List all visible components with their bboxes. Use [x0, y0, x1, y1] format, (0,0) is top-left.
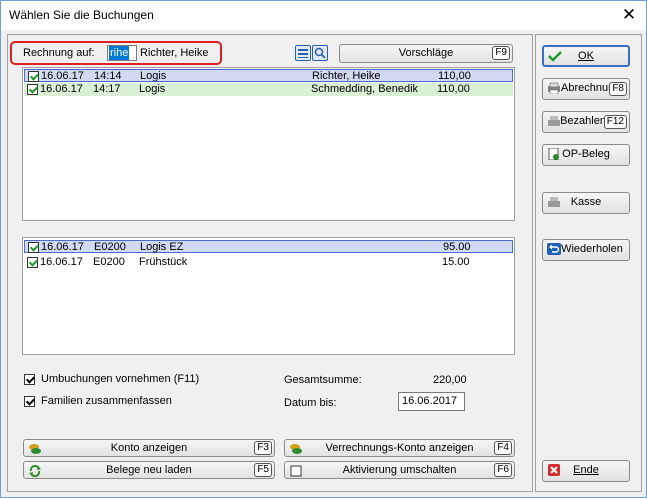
wiederholen-button[interactable]: Wiederholen [542, 239, 630, 261]
konto-anzeigen-button[interactable]: Konto anzeigen F3 [23, 439, 275, 457]
op-beleg-label: OP-Beleg [562, 148, 610, 160]
item-desc: Frühstück [139, 256, 188, 268]
booking-amount: 110,00 [438, 70, 471, 82]
table-row[interactable]: 16.06.17 E0200 Frühstück 15.00 [24, 256, 513, 269]
kasse-label: Kasse [570, 196, 602, 208]
verrechnungs-konto-key: F4 [494, 441, 512, 455]
bezahlen-button[interactable]: Bezahlen F12 [542, 111, 630, 133]
konto-anzeigen-key: F3 [254, 441, 272, 455]
table-row[interactable]: 16.06.17 E0200 Logis EZ 95.00 [24, 240, 513, 253]
konto-anzeigen-label: Konto anzeigen [110, 442, 188, 454]
booking-name: Richter, Heike [312, 70, 381, 82]
items-list[interactable]: 16.06.17 E0200 Logis EZ 95.00 16.06.17 E… [22, 237, 515, 355]
rechnung-label: Rechnung auf: [23, 47, 95, 59]
ende-label: Ende [573, 464, 599, 476]
vorschlaege-label: Vorschläge [398, 47, 454, 59]
op-beleg-button[interactable]: OP-Beleg [542, 144, 630, 166]
verrechnungs-konto-button[interactable]: Verrechnungs-Konto anzeigen F4 [284, 439, 515, 457]
item-amount: 15.00 [442, 256, 470, 268]
booking-type: Logis [140, 70, 167, 82]
abrechnung-key: F8 [609, 82, 627, 96]
umbuchungen-label: Umbuchungen vornehmen (F11) [41, 373, 200, 385]
booking-time: 14:17 [93, 83, 121, 95]
vorschlaege-button[interactable]: Vorschläge F9 [339, 44, 513, 63]
row-checkbox[interactable] [28, 71, 39, 82]
bezahlen-key: F12 [603, 115, 627, 129]
belege-neu-laden-button[interactable]: Belege neu laden F5 [23, 461, 275, 479]
gesamtsumme-label: Gesamtsumme: [284, 374, 362, 386]
list-view-icon[interactable] [295, 45, 311, 61]
rechnung-code-input[interactable]: rihe [107, 45, 137, 61]
bookings-list[interactable]: 16.06.17 14:14 Logis Richter, Heike 110,… [22, 67, 515, 221]
table-row[interactable]: 16.06.17 14:17 Logis Schmedding, Benedik… [24, 83, 513, 96]
kasse-button[interactable]: Kasse [542, 192, 630, 214]
gesamtsumme-value: 220,00 [433, 374, 467, 386]
belege-neu-laden-label: Belege neu laden [106, 464, 192, 476]
vorschlaege-key: F9 [492, 46, 510, 60]
familien-checkbox[interactable] [24, 396, 35, 407]
row-checkbox[interactable] [27, 257, 38, 268]
booking-name: Schmedding, Benedik [311, 83, 419, 95]
aktivierung-umschalten-key: F6 [494, 463, 512, 477]
title-bar: Wählen Sie die Buchungen ✕ [1, 1, 646, 30]
ende-button[interactable]: Ende [542, 460, 630, 482]
printer-icon [548, 82, 560, 94]
familien-label: Familien zusammenfassen [41, 395, 172, 407]
side-panel [535, 34, 642, 492]
aktivierung-umschalten-button[interactable]: Aktivierung umschalten F6 [284, 461, 515, 479]
row-checkbox[interactable] [28, 242, 39, 253]
belege-neu-laden-key: F5 [254, 463, 272, 477]
wiederholen-label: Wiederholen [561, 243, 623, 255]
abrechnung-label: Abrechnun [561, 82, 615, 94]
search-icon[interactable] [312, 45, 328, 61]
item-code: E0200 [93, 256, 125, 268]
table-row[interactable]: 16.06.17 14:14 Logis Richter, Heike 110,… [24, 69, 513, 82]
row-checkbox[interactable] [27, 84, 38, 95]
window-title: Wählen Sie die Buchungen [9, 8, 154, 22]
aktivierung-umschalten-label: Aktivierung umschalten [342, 464, 457, 476]
verrechnungs-konto-label: Verrechnungs-Konto anzeigen [325, 442, 474, 454]
umbuchungen-checkbox[interactable] [24, 374, 35, 385]
item-date: 16.06.17 [40, 256, 83, 268]
rechnung-name: Richter, Heike [140, 47, 209, 59]
close-icon[interactable]: ✕ [612, 1, 646, 30]
ok-label: OK [578, 50, 594, 62]
booking-time: 14:14 [94, 70, 122, 82]
abrechnung-button[interactable]: Abrechnun F8 [542, 78, 630, 100]
booking-amount: 110,00 [437, 83, 470, 95]
datum-label: Datum bis: [284, 397, 337, 409]
rechnung-code-value: rihe [109, 46, 130, 60]
item-date: 16.06.17 [41, 241, 84, 253]
booking-date: 16.06.17 [40, 83, 83, 95]
item-amount: 95.00 [443, 241, 471, 253]
item-desc: Logis EZ [140, 241, 184, 253]
datum-input[interactable]: 16.06.2017 [398, 392, 465, 411]
item-code: E0200 [94, 241, 126, 253]
booking-date: 16.06.17 [41, 70, 84, 82]
booking-type: Logis [139, 83, 166, 95]
bezahlen-label: Bezahlen [560, 115, 606, 127]
ok-button[interactable]: OK [542, 45, 630, 67]
dialog-window: Wählen Sie die Buchungen ✕ Rechnung auf:… [0, 0, 647, 498]
